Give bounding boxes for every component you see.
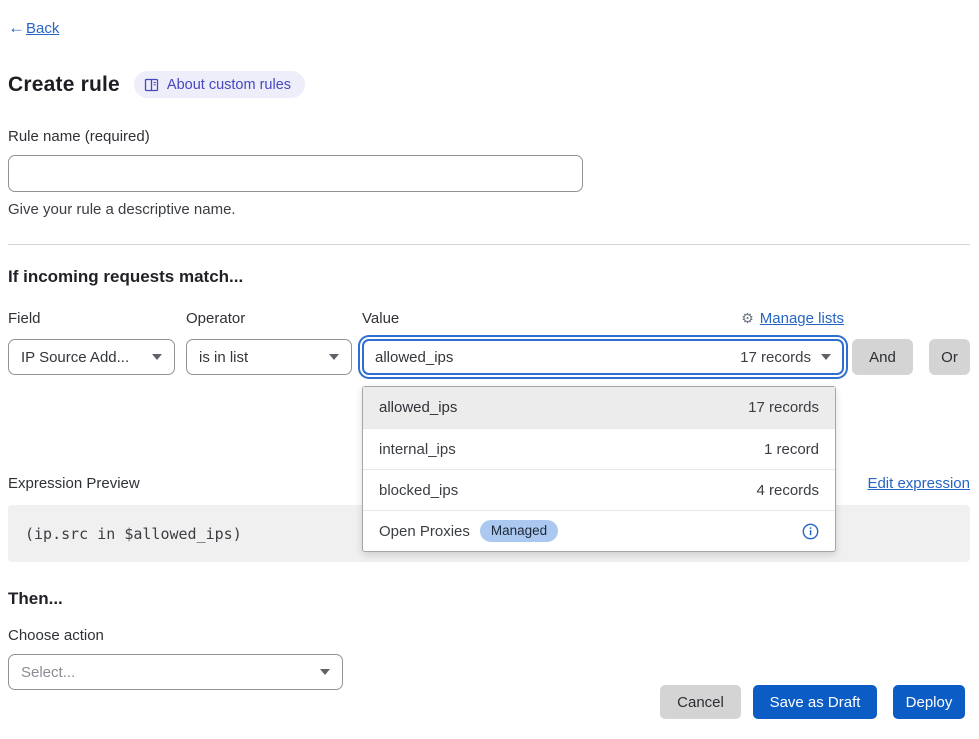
chevron-down-icon <box>152 354 162 360</box>
condition-row: Field IP Source Add... Operator is in li… <box>8 310 970 375</box>
list-item-allowed-ips[interactable]: allowed_ips 17 records <box>363 387 835 428</box>
title-row: Create rule About custom rules <box>8 71 970 98</box>
and-button[interactable]: And <box>852 339 913 375</box>
field-select[interactable]: IP Source Add... <box>8 339 175 375</box>
list-item-count: 17 records <box>748 399 819 416</box>
footer-actions: Cancel Save as Draft Deploy <box>660 685 965 719</box>
action-select[interactable]: Select... <box>8 654 343 690</box>
chevron-down-icon <box>329 354 339 360</box>
then-heading: Then... <box>8 589 970 609</box>
operator-column: Operator is in list <box>186 310 352 375</box>
deploy-button[interactable]: Deploy <box>893 685 965 719</box>
list-item-open-proxies[interactable]: Open Proxies Managed <box>363 510 835 551</box>
operator-select-value: is in list <box>199 349 319 366</box>
back-arrow-icon: ← <box>8 18 25 38</box>
field-column: Field IP Source Add... <box>8 310 175 375</box>
value-label-row: Value ⚙ Manage lists <box>362 310 844 327</box>
list-item-name: blocked_ips <box>379 482 458 499</box>
book-icon <box>144 78 159 92</box>
value-label: Value <box>362 310 399 327</box>
save-as-draft-button[interactable]: Save as Draft <box>753 685 877 719</box>
action-select-placeholder: Select... <box>21 664 310 681</box>
page-title: Create rule <box>8 73 120 97</box>
list-item-name: Open Proxies <box>379 523 470 540</box>
about-custom-rules-link[interactable]: About custom rules <box>134 71 305 98</box>
list-item-blocked-ips[interactable]: blocked_ips 4 records <box>363 469 835 510</box>
lists-dropdown: allowed_ips 17 records internal_ips 1 re… <box>362 386 836 552</box>
value-select[interactable]: allowed_ips 17 records <box>362 339 844 375</box>
section-divider <box>8 244 970 245</box>
chevron-down-icon <box>821 354 831 360</box>
about-badge-label: About custom rules <box>167 77 291 93</box>
back-row: ← Back <box>8 18 970 38</box>
chevron-down-icon <box>320 669 330 675</box>
info-icon[interactable] <box>802 523 819 540</box>
list-item-internal-ips[interactable]: internal_ips 1 record <box>363 428 835 469</box>
edit-expression-link[interactable]: Edit expression <box>867 475 970 492</box>
back-link[interactable]: ← Back <box>8 18 59 38</box>
back-link-label[interactable]: Back <box>26 20 59 37</box>
manage-lists-label[interactable]: Manage lists <box>760 310 844 327</box>
manage-lists-link[interactable]: ⚙ Manage lists <box>741 310 844 327</box>
list-item-count: 1 record <box>764 441 819 458</box>
operator-label: Operator <box>186 310 352 327</box>
cancel-button[interactable]: Cancel <box>660 685 741 719</box>
list-item-name: internal_ips <box>379 441 456 458</box>
gear-icon: ⚙ <box>741 310 754 327</box>
value-select-count: 17 records <box>740 349 811 366</box>
list-item-name: allowed_ips <box>379 399 457 416</box>
field-select-value: IP Source Add... <box>21 349 142 366</box>
value-column: Value ⚙ Manage lists allowed_ips 17 reco… <box>362 310 844 375</box>
field-label: Field <box>8 310 175 327</box>
operator-select[interactable]: is in list <box>186 339 352 375</box>
match-section-heading: If incoming requests match... <box>8 267 970 287</box>
rule-name-helper: Give your rule a descriptive name. <box>8 201 970 218</box>
choose-action-label: Choose action <box>8 627 970 644</box>
managed-badge: Managed <box>480 520 558 542</box>
expression-preview-label: Expression Preview <box>8 475 140 492</box>
rule-name-input[interactable] <box>8 155 583 192</box>
list-item-left: Open Proxies Managed <box>379 520 558 542</box>
rule-name-label: Rule name (required) <box>8 128 970 145</box>
expression-code: (ip.src in $allowed_ips) <box>25 525 242 543</box>
value-select-value: allowed_ips <box>375 349 728 366</box>
create-rule-page: ← Back Create rule About custom rules Ru… <box>0 0 979 690</box>
list-item-count: 4 records <box>756 482 819 499</box>
or-button[interactable]: Or <box>929 339 970 375</box>
